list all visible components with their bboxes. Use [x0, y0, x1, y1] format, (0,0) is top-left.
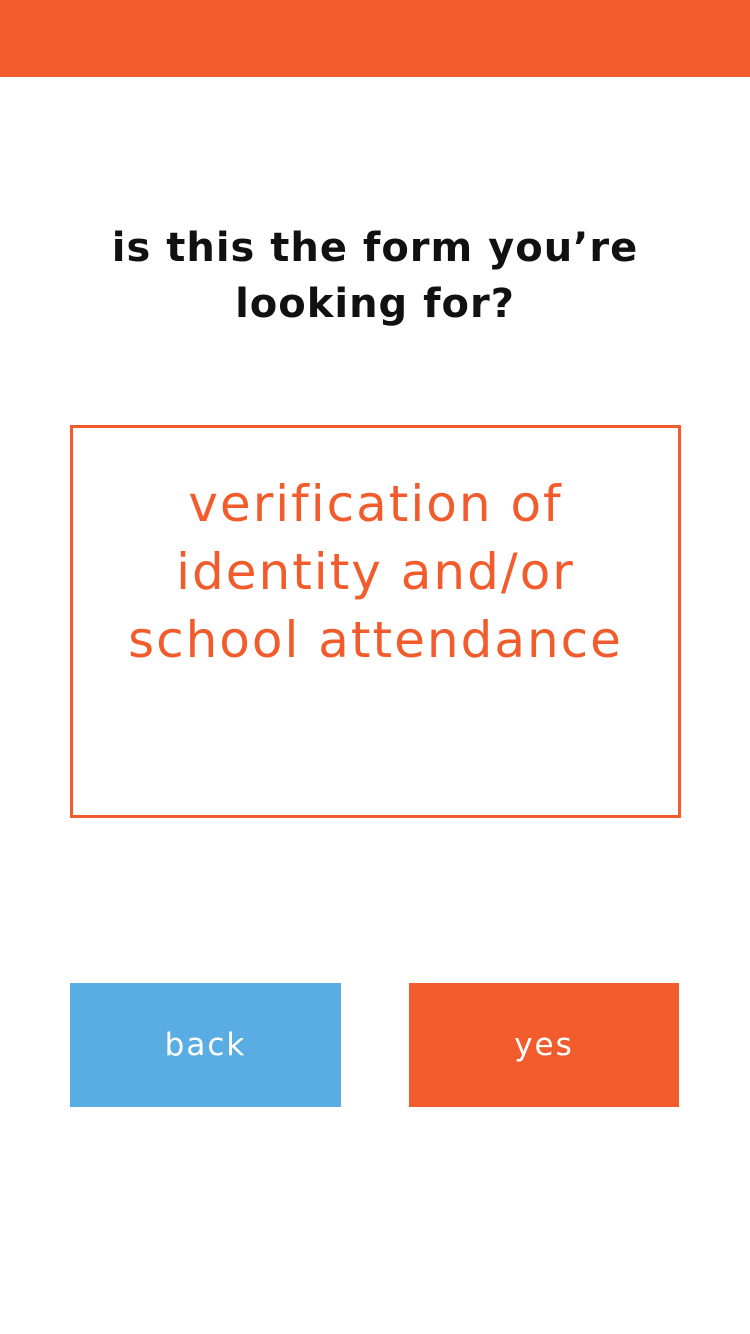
form-name-card: verification of identity and/or school a… [70, 425, 681, 818]
form-name-line-2: identity and/or [176, 543, 575, 601]
yes-button[interactable]: yes [409, 983, 679, 1107]
form-name-line-3: school attendance [128, 611, 623, 669]
question-line-2: looking for? [235, 281, 515, 327]
question-heading: is this the form you’re looking for? [0, 220, 750, 332]
form-name-line-1: verification of [188, 475, 563, 533]
back-button[interactable]: back [70, 983, 341, 1107]
header-bar [0, 0, 750, 77]
form-name: verification of identity and/or school a… [73, 470, 678, 674]
question-line-1: is this the form you’re [111, 225, 639, 271]
